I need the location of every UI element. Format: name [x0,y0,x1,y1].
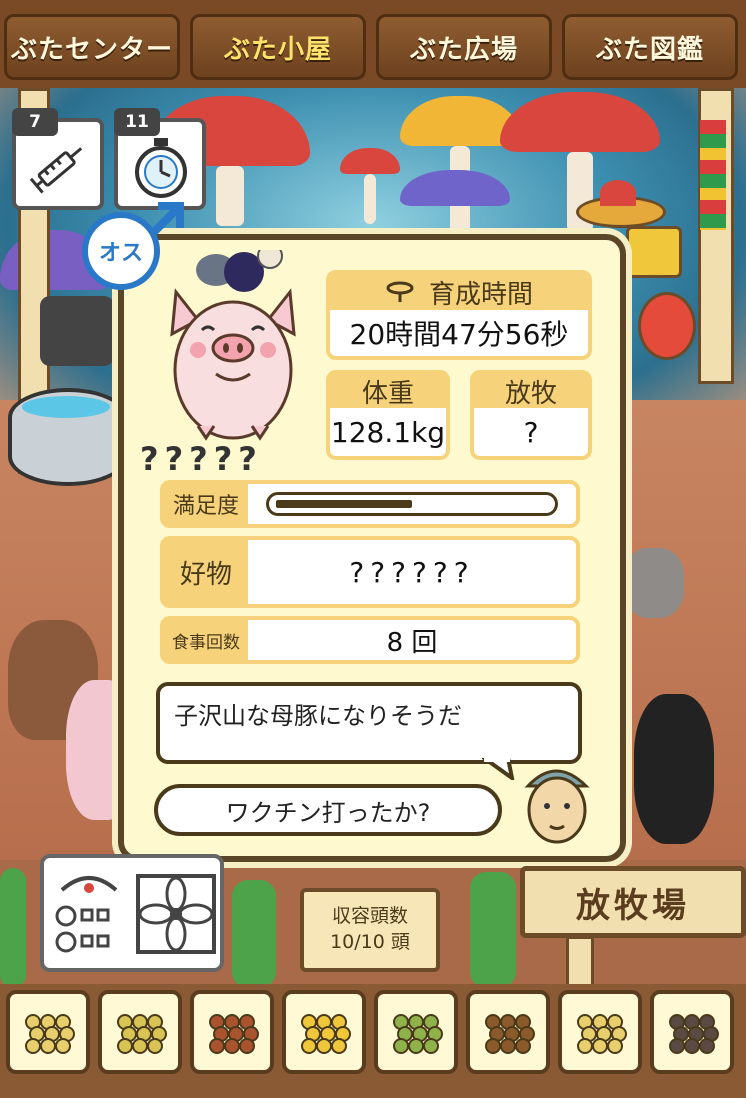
raising-time-label: 育成時間 [428,279,533,310]
raising-time-header: 育成時間 [330,274,588,310]
food-slot-button[interactable] [98,990,182,1074]
meals-row: 食事回数 8 回 [160,616,580,664]
cactus [0,868,26,988]
beans-icon [393,1014,443,1054]
satisfaction-gauge-area [248,484,576,524]
gray-pig-silhouette [624,548,684,618]
food-slot-button[interactable] [466,990,550,1074]
food-slot-button[interactable] [650,990,734,1074]
ranch-sign-button[interactable]: 放牧場 [520,866,746,938]
pig-name: ????? [140,440,263,478]
tab-pig-encyclopedia[interactable]: ぶた図鑑 [562,14,738,80]
truffle-icon [669,1014,719,1054]
food-slot-button[interactable] [190,990,274,1074]
capacity-label: 収容頭数 [331,905,408,928]
fan-icon [136,874,216,954]
stopwatch-count-badge: 11 [114,108,160,136]
vaccine-question-button[interactable]: ワクチン打ったか? [154,784,502,836]
grazing-value: ? [523,415,539,449]
grazing-label: 放牧 [474,374,588,409]
toucan-silhouette [634,694,714,844]
weight-box: 体重 128.1kg [326,370,450,460]
food-slot-button[interactable] [282,990,366,1074]
cactus [470,872,516,988]
food-slot-button[interactable] [374,990,458,1074]
sweet-potato-icon [209,1014,259,1054]
balloon-decoration [638,292,696,360]
comment-bubble: 子沢山な母豚になりそうだ [156,682,582,764]
food-slot-button[interactable] [6,990,90,1074]
satisfaction-label: 満足度 [164,484,248,524]
tab-pig-hut[interactable]: ぶた小屋 [190,14,366,80]
raising-time-value: 20時間47分56秒 [349,318,569,351]
satisfaction-bar-fill [276,500,412,508]
favorite-food-row: 好物 ?????? [160,536,580,608]
weight-label: 体重 [330,374,446,409]
capacity-value: 10/10 頭 [330,931,410,953]
farmer-icon [524,769,590,844]
meals-value: 8 回 [386,627,438,658]
striped-decoration [700,120,726,230]
feed-bowl-icon [577,1014,627,1054]
feed-grains-icon [117,1014,167,1054]
capacity-sign: 収容頭数 10/10 頭 [300,888,440,972]
food-slot-button[interactable] [558,990,642,1074]
stopwatch-icon [135,138,187,198]
camera-decoration [40,296,114,366]
satisfaction-row: 満足度 [160,480,580,528]
satisfaction-bar [266,492,558,516]
gender-badge: オス [82,212,160,290]
favorite-food-label: 好物 [164,540,248,604]
tab-pig-center[interactable]: ぶたセンター [4,14,180,80]
sombrero-top [600,180,636,206]
environment-control-panel[interactable] [40,854,224,972]
corn-icon [301,1014,351,1054]
mushroom-decoration [340,148,400,224]
grazing-box: 放牧 ? [470,370,592,460]
syringe-icon [29,147,83,194]
truck-decoration [626,226,682,278]
acorn-icon [485,1014,535,1054]
meals-label: 食事回数 [164,620,248,660]
capacity-board: 収容頭数 10/10 頭 [300,888,440,972]
pig-portrait[interactable] [158,250,308,450]
cactus [232,880,276,988]
comment-bubble-tail [482,758,515,780]
feed-pellets-icon [25,1014,75,1054]
mushroom-decoration [400,170,510,206]
water-surface [22,396,110,418]
weight-value: 128.1kg [330,415,446,449]
syringe-count-badge: 7 [12,108,58,136]
scale-icon [55,876,118,953]
tab-pig-plaza[interactable]: ぶた広場 [376,14,552,80]
whistle-icon [386,281,414,302]
syringe-item-button[interactable]: 7 [12,108,104,210]
favorite-food-value: ?????? [349,555,475,589]
raising-time-box: 育成時間 20時間47分56秒 [326,270,592,360]
